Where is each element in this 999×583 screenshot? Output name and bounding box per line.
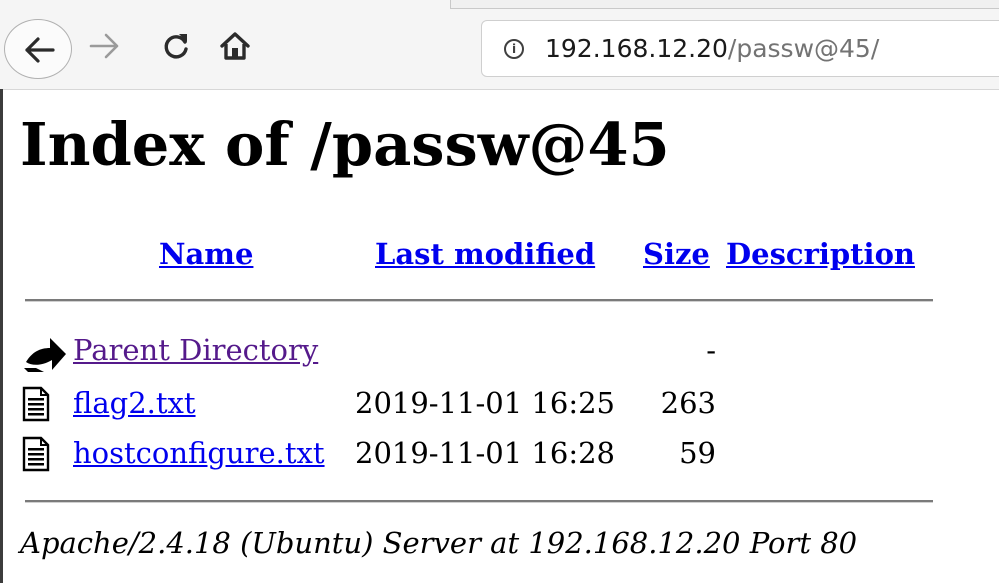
window-border bbox=[0, 89, 3, 583]
table-cell-size: 263 bbox=[660, 386, 716, 420]
table-cell-size: - bbox=[706, 333, 716, 367]
url-text[interactable]: 192.168.12.20/passw@45/ bbox=[545, 34, 879, 64]
tab-strip bbox=[450, 0, 999, 9]
browser-toolbar: i 192.168.12.20/passw@45/ bbox=[0, 0, 999, 90]
table-bottom-divider bbox=[25, 500, 933, 503]
home-icon bbox=[220, 32, 250, 60]
parent-directory-link[interactable]: Parent Directory bbox=[73, 328, 318, 372]
table-cell-modified: 2019-11-01 16:25 bbox=[355, 386, 615, 420]
forward-button[interactable] bbox=[88, 30, 122, 66]
column-header-name[interactable]: Name bbox=[159, 232, 253, 276]
text-file-icon bbox=[22, 436, 50, 476]
column-header-last-modified[interactable]: Last modified bbox=[375, 232, 595, 276]
back-button[interactable] bbox=[4, 19, 72, 79]
address-bar[interactable]: i 192.168.12.20/passw@45/ bbox=[481, 20, 999, 77]
url-host: 192.168.12.20 bbox=[545, 34, 728, 63]
url-path: /passw@45/ bbox=[727, 34, 880, 63]
home-button[interactable] bbox=[218, 29, 252, 67]
file-link-flag2[interactable]: flag2.txt bbox=[73, 381, 196, 425]
reload-icon bbox=[164, 34, 188, 59]
column-header-description[interactable]: Description bbox=[726, 232, 915, 276]
page-title: Index of /passw@45 bbox=[20, 110, 670, 179]
info-icon[interactable]: i bbox=[504, 39, 524, 59]
back-icon bbox=[22, 332, 68, 376]
text-file-icon bbox=[22, 386, 50, 426]
table-cell-size: 59 bbox=[679, 436, 716, 470]
arrow-right-icon bbox=[89, 33, 119, 59]
server-signature: Apache/2.4.18 (Ubuntu) Server at 192.168… bbox=[20, 526, 858, 560]
file-link-hostconfigure[interactable]: hostconfigure.txt bbox=[73, 431, 325, 475]
table-cell-modified: 2019-11-01 16:28 bbox=[355, 436, 615, 470]
column-header-size[interactable]: Size bbox=[643, 232, 710, 276]
table-top-divider bbox=[25, 299, 933, 302]
arrow-left-icon bbox=[25, 37, 55, 63]
reload-button[interactable] bbox=[160, 30, 192, 66]
